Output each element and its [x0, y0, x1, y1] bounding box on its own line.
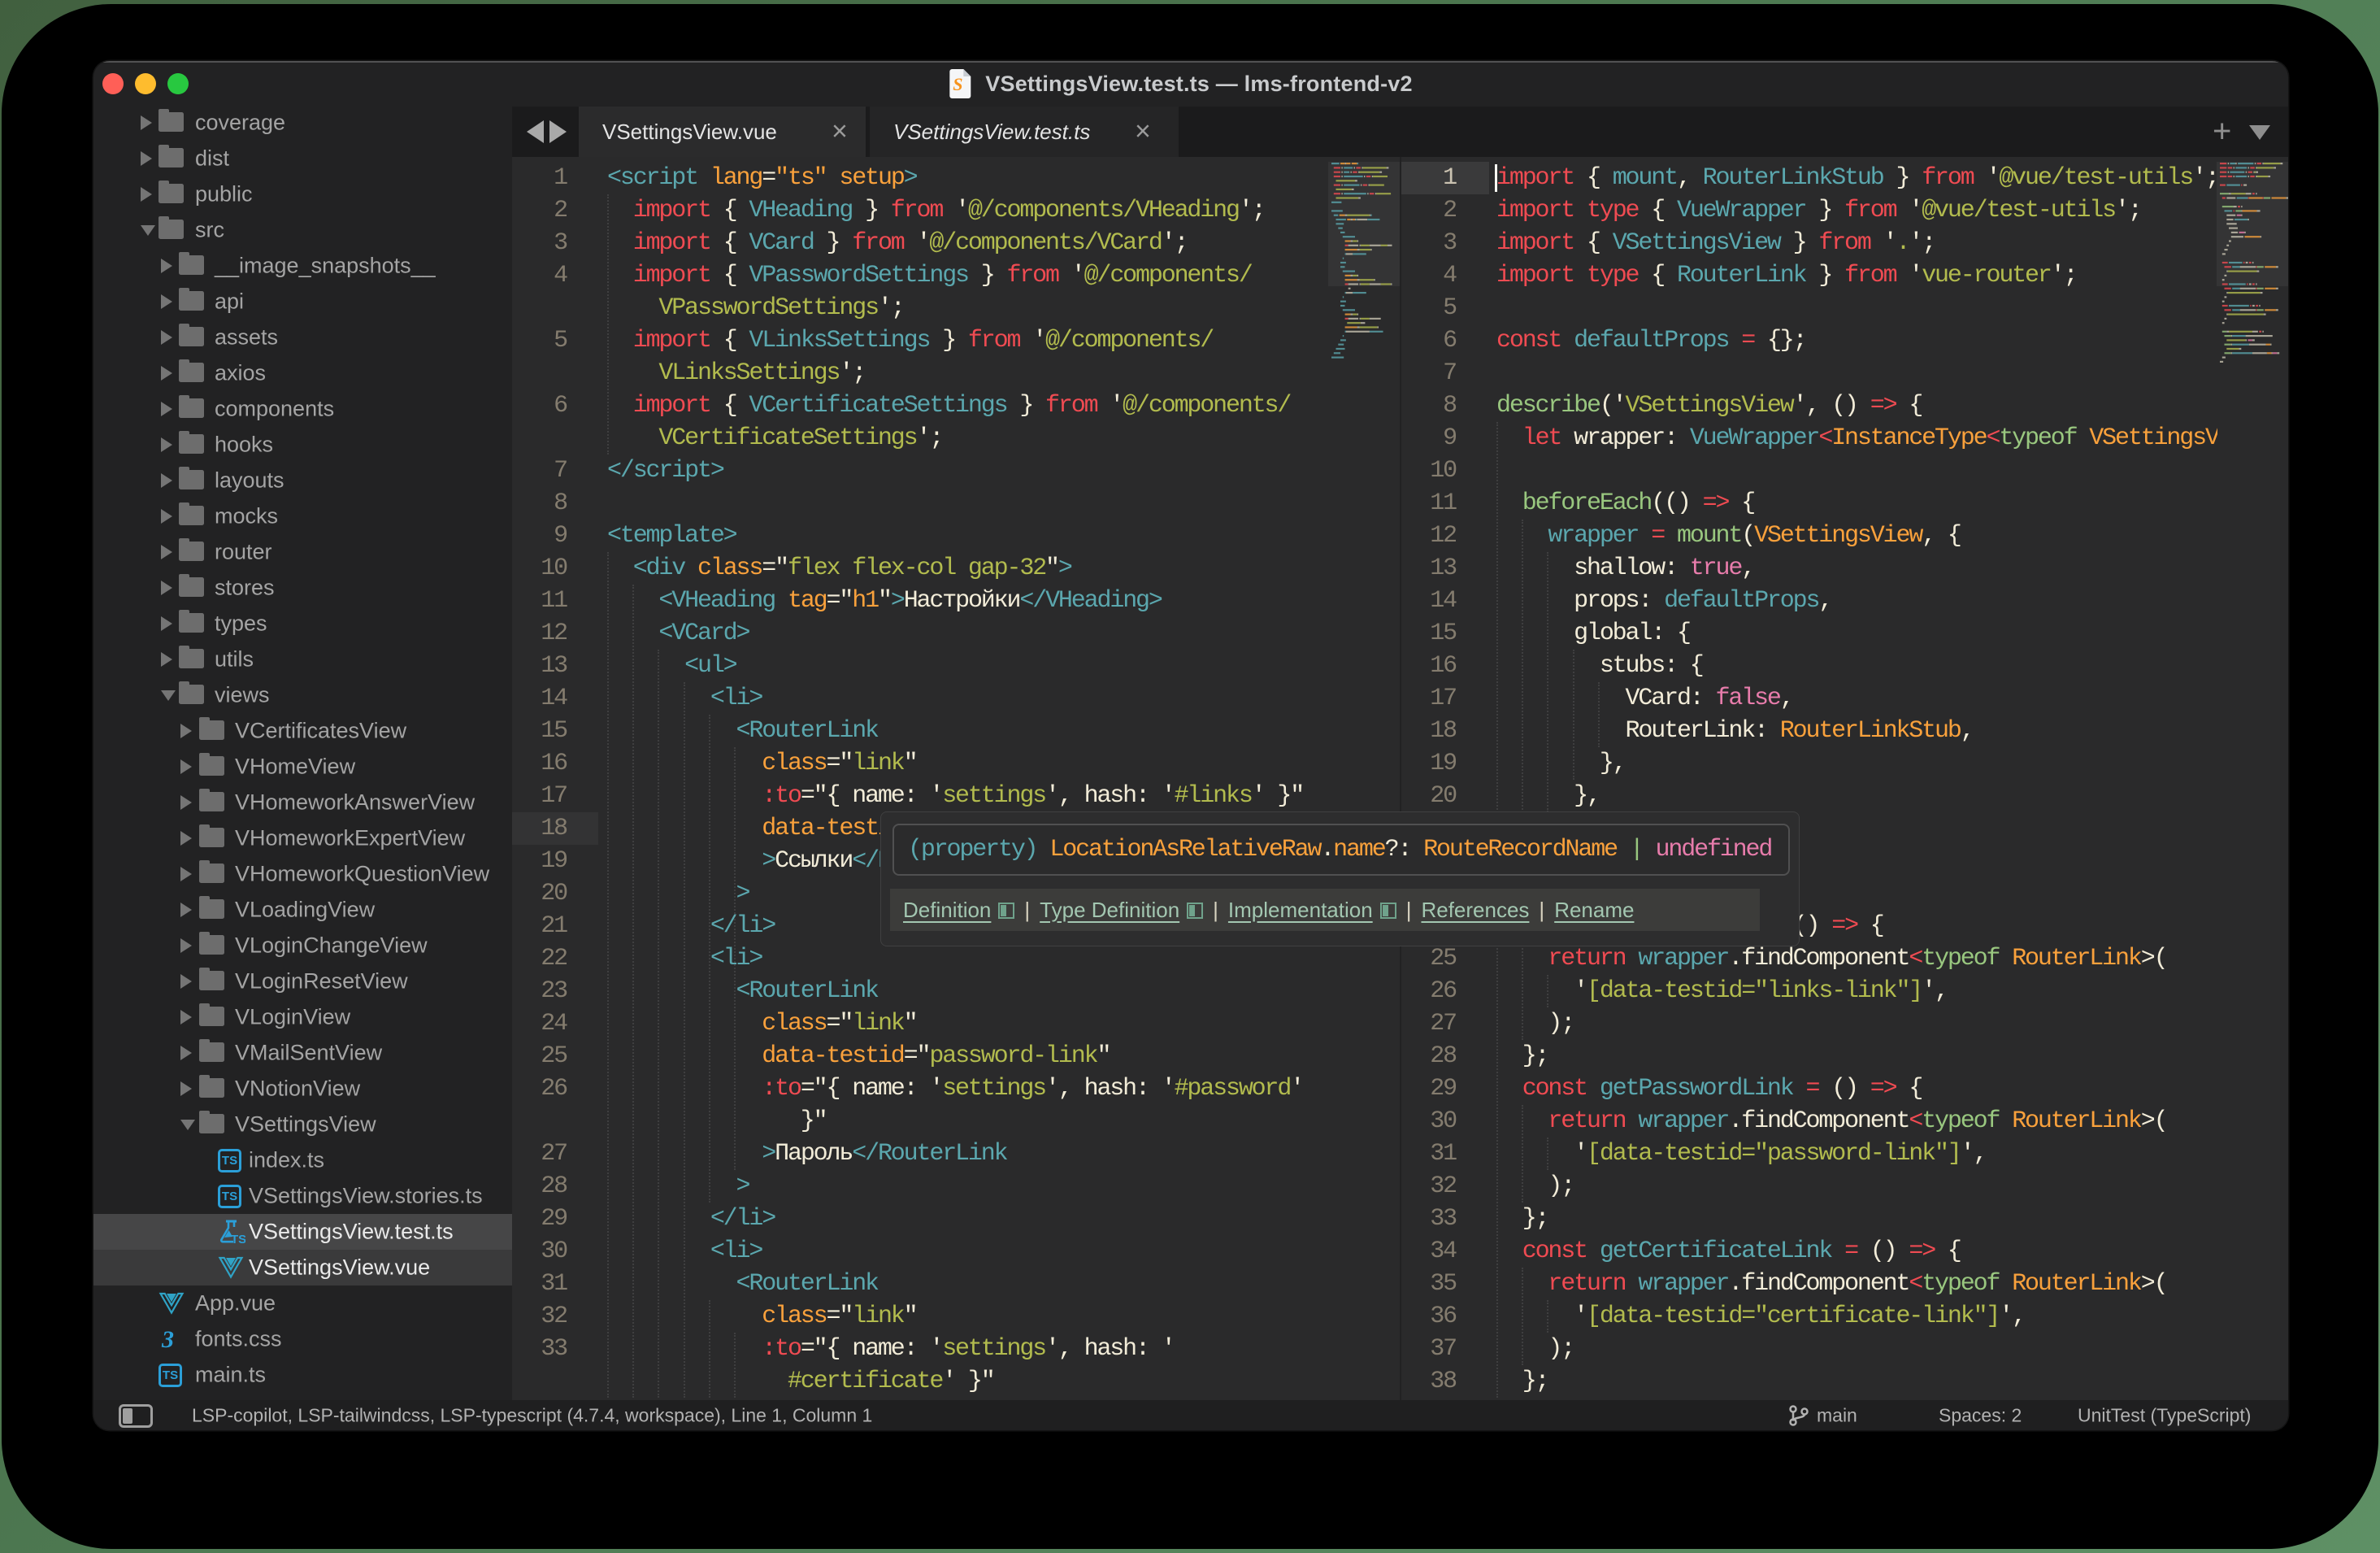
- svg-text:3: 3: [161, 1327, 174, 1351]
- svg-text:S: S: [953, 74, 962, 94]
- svg-text:TS: TS: [231, 1233, 245, 1245]
